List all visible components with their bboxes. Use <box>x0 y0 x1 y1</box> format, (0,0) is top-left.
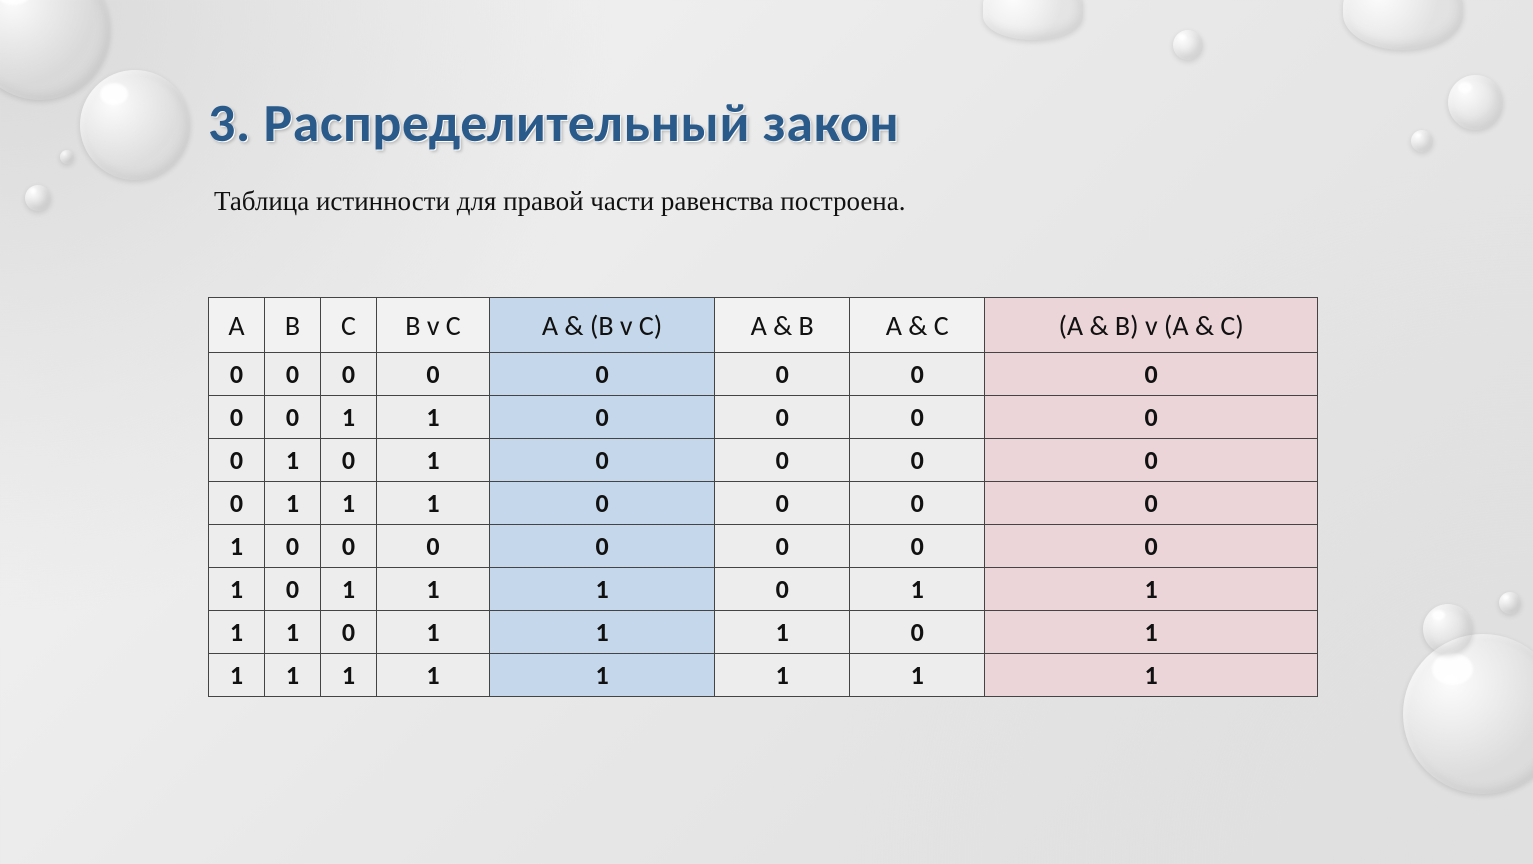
table-cell: 0 <box>320 611 376 654</box>
table-cell: 1 <box>264 654 320 697</box>
table-row: 01010000 <box>209 439 1318 482</box>
table-row: 11111111 <box>209 654 1318 697</box>
table-cell: 0 <box>715 568 850 611</box>
table-cell: 1 <box>264 482 320 525</box>
table-row: 01110000 <box>209 482 1318 525</box>
table-cell: 0 <box>850 439 985 482</box>
table-cell: 1 <box>264 611 320 654</box>
table-row: 00110000 <box>209 396 1318 439</box>
slide-subtitle: Таблица истинности для правой части раве… <box>214 186 1413 217</box>
truth-table: A B C B v C A & (B v C) A & B A & C (A &… <box>208 297 1318 697</box>
table-cell: 1 <box>320 654 376 697</box>
table-cell: 1 <box>320 396 376 439</box>
table-cell: 1 <box>376 568 489 611</box>
table-cell: 0 <box>209 353 265 396</box>
table-cell: 1 <box>985 611 1318 654</box>
decorative-bubble <box>0 0 110 100</box>
table-cell: 1 <box>376 396 489 439</box>
col-header-highlight-pink: (A & B) v (A & C) <box>985 298 1318 353</box>
decorative-bubble <box>1448 75 1503 130</box>
table-cell: 0 <box>490 439 715 482</box>
table-cell: 0 <box>264 568 320 611</box>
table-cell: 0 <box>320 525 376 568</box>
table-cell: 1 <box>209 611 265 654</box>
table-cell: 1 <box>376 611 489 654</box>
table-row: 00000000 <box>209 353 1318 396</box>
table-cell: 0 <box>209 439 265 482</box>
col-header: A & B <box>715 298 850 353</box>
table-cell: 0 <box>320 439 376 482</box>
table-cell: 1 <box>209 568 265 611</box>
table-cell: 1 <box>209 525 265 568</box>
col-header: C <box>320 298 376 353</box>
table-cell: 0 <box>985 482 1318 525</box>
table-cell: 0 <box>264 396 320 439</box>
table-cell: 0 <box>985 353 1318 396</box>
table-cell: 0 <box>490 353 715 396</box>
table-cell: 0 <box>376 525 489 568</box>
table-cell: 0 <box>985 525 1318 568</box>
table-cell: 0 <box>850 396 985 439</box>
decorative-bubble <box>1173 30 1203 60</box>
slide-content: 3. Распределительный закон Таблица истин… <box>208 90 1413 697</box>
decorative-bubble <box>1423 604 1473 654</box>
table-cell: 0 <box>850 353 985 396</box>
table-cell: 0 <box>850 611 985 654</box>
table-cell: 0 <box>320 353 376 396</box>
table-cell: 1 <box>320 568 376 611</box>
decorative-bubble <box>1343 0 1463 50</box>
table-header-row: A B C B v C A & (B v C) A & B A & C (A &… <box>209 298 1318 353</box>
table-cell: 1 <box>376 654 489 697</box>
table-row: 11011101 <box>209 611 1318 654</box>
table-cell: 0 <box>490 396 715 439</box>
table-cell: 0 <box>715 525 850 568</box>
table-cell: 0 <box>715 439 850 482</box>
slide-title: 3. Распределительный закон <box>208 90 1413 156</box>
decorative-bubble <box>1403 634 1533 794</box>
table-cell: 1 <box>850 654 985 697</box>
table-cell: 1 <box>715 611 850 654</box>
col-header: A <box>209 298 265 353</box>
table-cell: 1 <box>209 654 265 697</box>
table-cell: 0 <box>264 525 320 568</box>
decorative-bubble <box>25 185 51 211</box>
table-cell: 0 <box>715 353 850 396</box>
table-cell: 1 <box>490 568 715 611</box>
table-row: 10111011 <box>209 568 1318 611</box>
table-cell: 0 <box>209 482 265 525</box>
table-cell: 0 <box>490 482 715 525</box>
table-cell: 0 <box>490 525 715 568</box>
table-cell: 1 <box>376 439 489 482</box>
table-cell: 1 <box>490 654 715 697</box>
table-cell: 0 <box>850 525 985 568</box>
table-cell: 1 <box>320 482 376 525</box>
table-cell: 0 <box>209 396 265 439</box>
table-cell: 1 <box>376 482 489 525</box>
table-cell: 1 <box>490 611 715 654</box>
table-cell: 0 <box>850 482 985 525</box>
table-cell: 0 <box>376 353 489 396</box>
decorative-bubble <box>60 150 74 164</box>
table-cell: 0 <box>264 353 320 396</box>
table-cell: 1 <box>264 439 320 482</box>
table-cell: 0 <box>715 396 850 439</box>
table-cell: 1 <box>715 654 850 697</box>
col-header-highlight-blue: A & (B v C) <box>490 298 715 353</box>
table-cell: 0 <box>985 439 1318 482</box>
decorative-bubble <box>1499 592 1521 614</box>
decorative-bubble <box>983 0 1083 40</box>
decorative-bubble <box>1411 130 1433 152</box>
table-cell: 0 <box>715 482 850 525</box>
table-cell: 0 <box>985 396 1318 439</box>
col-header: B v C <box>376 298 489 353</box>
col-header: B <box>264 298 320 353</box>
table-cell: 1 <box>985 654 1318 697</box>
table-cell: 1 <box>850 568 985 611</box>
table-cell: 1 <box>985 568 1318 611</box>
col-header: A & C <box>850 298 985 353</box>
table-row: 10000000 <box>209 525 1318 568</box>
decorative-bubble <box>80 70 190 180</box>
